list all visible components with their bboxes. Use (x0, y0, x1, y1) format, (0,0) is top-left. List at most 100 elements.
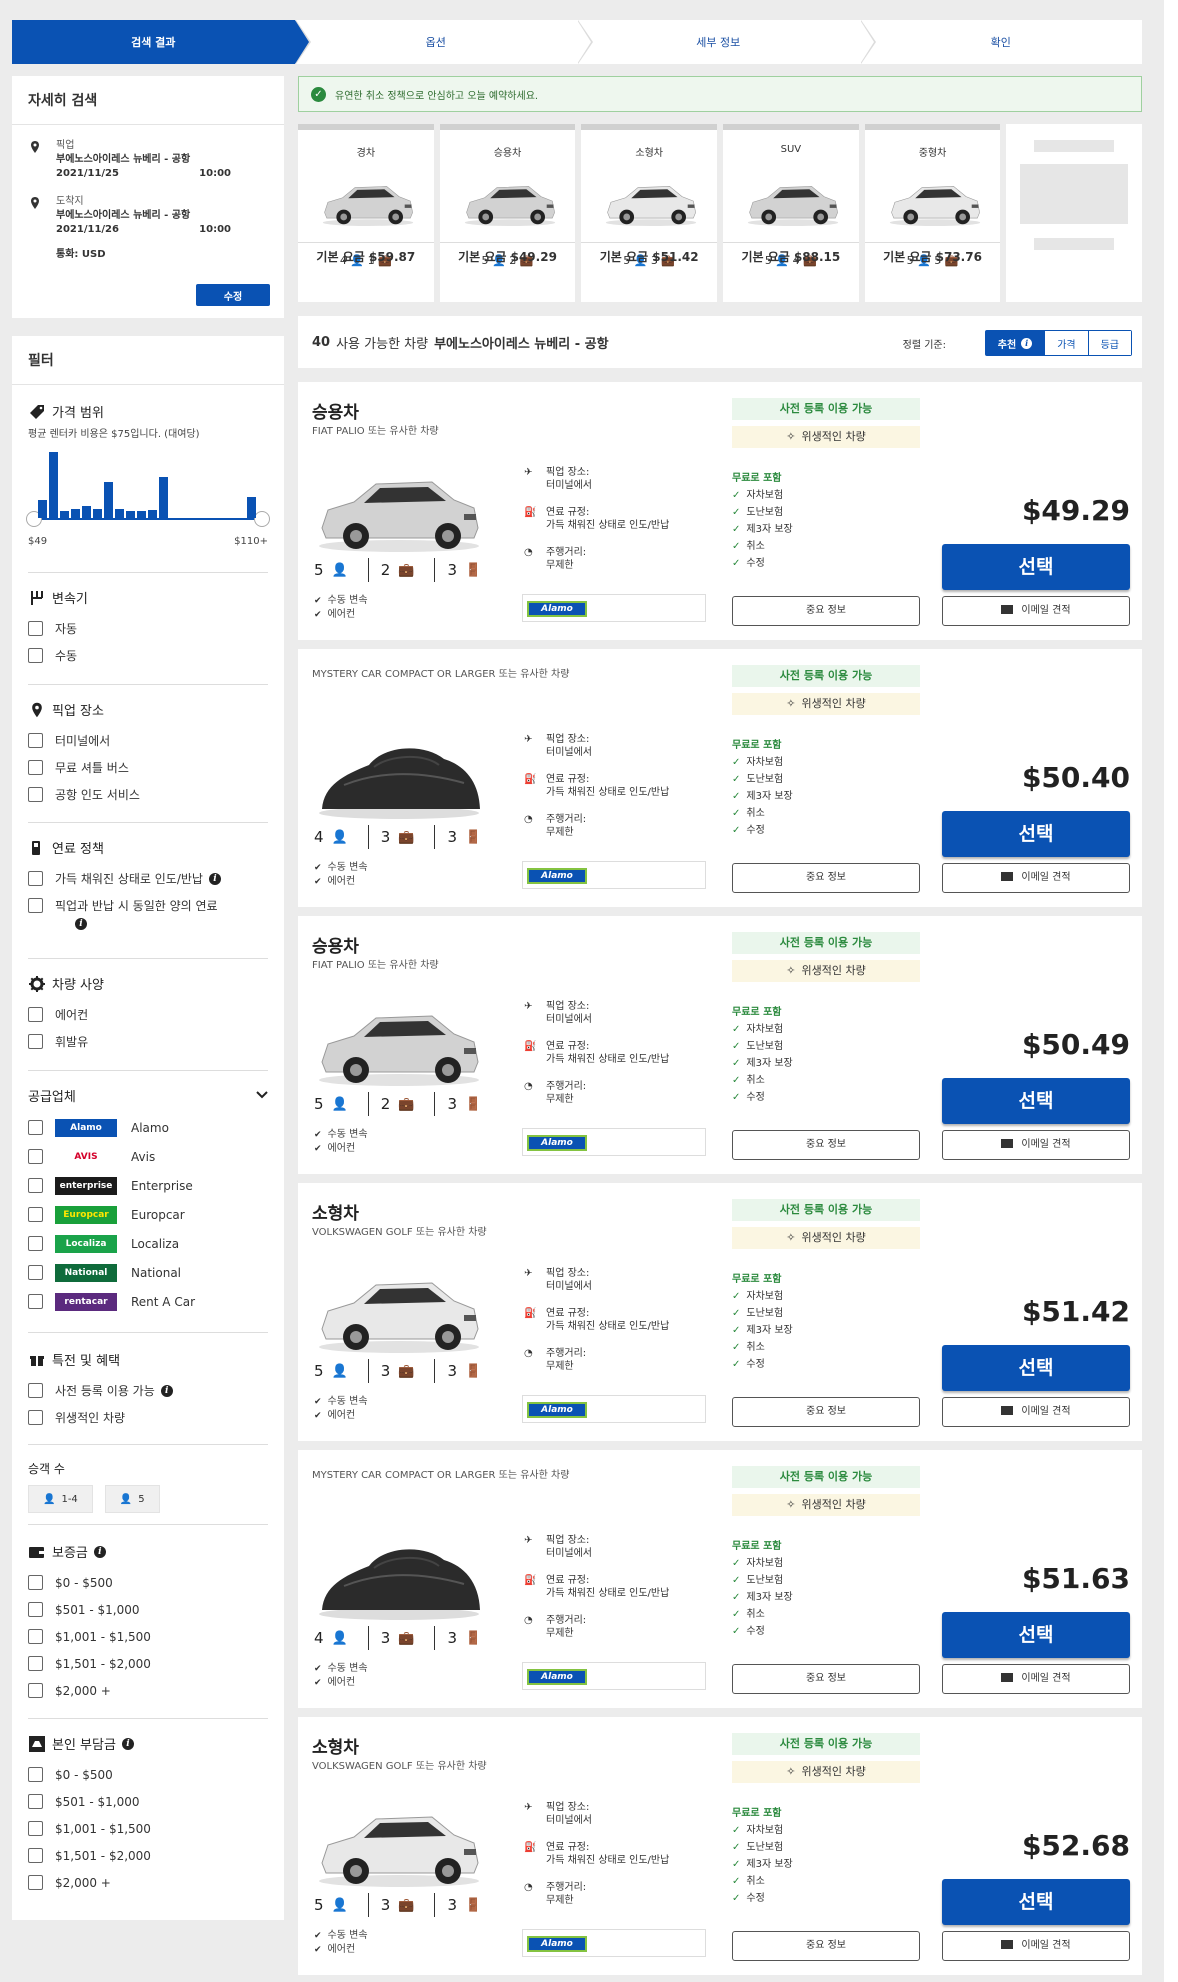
filter-option[interactable]: $501 - $1,000 (28, 1788, 268, 1815)
checkbox[interactable] (28, 898, 43, 913)
important-info-button[interactable]: 중요 정보 (732, 1931, 920, 1961)
select-button[interactable]: 선택 (942, 1612, 1130, 1658)
checkbox[interactable] (28, 1265, 43, 1280)
checkbox[interactable] (28, 871, 43, 886)
checkbox[interactable] (28, 1034, 43, 1049)
checkbox[interactable] (28, 1410, 43, 1425)
filter-option[interactable]: $2,000 + (28, 1869, 268, 1896)
check-icon: ✓ (732, 1893, 741, 1904)
supplier-option[interactable]: Alamo Alamo (28, 1113, 268, 1142)
email-quote-button[interactable]: 이메일 견적 (942, 863, 1130, 893)
select-button[interactable]: 선택 (942, 811, 1130, 857)
checkbox[interactable] (28, 1294, 43, 1309)
checkbox[interactable] (28, 648, 43, 663)
important-info-button[interactable]: 중요 정보 (732, 1397, 920, 1427)
included-list: 무료로 포함 ✓ 자차보험 ✓ 도난보험 ✓ 제3자 보장 ✓ 취소 ✓ 수정 (732, 1271, 793, 1373)
filter-option[interactable]: $1,501 - $2,000 (28, 1842, 268, 1869)
select-button[interactable]: 선택 (942, 544, 1130, 590)
supplier-option[interactable]: enterprise Enterprise (28, 1171, 268, 1200)
important-info-button[interactable]: 중요 정보 (732, 863, 920, 893)
checkbox[interactable] (28, 733, 43, 748)
checkbox[interactable] (28, 1629, 43, 1644)
checkbox[interactable] (28, 760, 43, 775)
filter-option-same-to-same[interactable]: 픽업과 반납 시 동일한 양의 연료 i (28, 892, 268, 936)
step-options[interactable]: 옵션 (294, 20, 593, 64)
chevron-down-icon[interactable] (256, 1088, 268, 1103)
filter-option-petrol[interactable]: 휘발유 (28, 1028, 268, 1055)
filter-option-aircon[interactable]: 에어컨 (28, 1001, 268, 1028)
info-icon[interactable]: i (121, 1737, 134, 1750)
filter-option[interactable]: $1,501 - $2,000 (28, 1650, 268, 1677)
sort-rating-button[interactable]: 등급 (1087, 331, 1131, 355)
filter-option-sanitized[interactable]: 위생적인 차량 (28, 1404, 268, 1431)
checkbox[interactable] (28, 1120, 43, 1135)
supplier-option[interactable]: AVIS Avis (28, 1142, 268, 1171)
supplier-option[interactable]: National National (28, 1258, 268, 1287)
filter-option[interactable]: $1,001 - $1,500 (28, 1815, 268, 1842)
email-quote-button[interactable]: 이메일 견적 (942, 596, 1130, 626)
category-tile[interactable]: 경차 4 👤 1 💼 기본 요금 $59.87 (298, 124, 434, 302)
checkbox[interactable] (28, 1575, 43, 1590)
select-button[interactable]: 선택 (942, 1879, 1130, 1925)
filter-option-terminal[interactable]: 터미널에서 (28, 727, 268, 754)
filter-option-shuttle[interactable]: 무료 셔틀 버스 (28, 754, 268, 781)
info-icon[interactable]: i (75, 918, 87, 930)
select-button[interactable]: 선택 (942, 1345, 1130, 1391)
edit-search-button[interactable]: 수정 (196, 284, 270, 306)
filter-option[interactable]: $0 - $500 (28, 1761, 268, 1788)
filter-option-full-to-full[interactable]: 가득 채워진 상태로 인도/반납 i (28, 865, 268, 892)
important-info-button[interactable]: 중요 정보 (732, 596, 920, 626)
sort-recommended-button[interactable]: 추천 i (985, 331, 1045, 355)
checkbox[interactable] (28, 621, 43, 636)
filter-option-airport-delivery[interactable]: 공항 인도 서비스 (28, 781, 268, 808)
category-tile[interactable]: 중형차 5 👤 5 💼 기본 요금 $73.76 (864, 124, 1001, 302)
checkbox[interactable] (28, 1821, 43, 1836)
checkbox[interactable] (28, 1656, 43, 1671)
email-quote-button[interactable]: 이메일 견적 (942, 1664, 1130, 1694)
checkbox[interactable] (28, 1178, 43, 1193)
seat-count: 5 (314, 1095, 324, 1113)
price-max-handle[interactable] (254, 511, 270, 527)
passengers-1-4-button[interactable]: 👤 1-4 (28, 1485, 93, 1513)
checkbox[interactable] (28, 1875, 43, 1890)
filter-option-manual[interactable]: 수동 (28, 642, 268, 669)
checkbox[interactable] (28, 1848, 43, 1863)
checkbox[interactable] (28, 1207, 43, 1222)
important-info-button[interactable]: 중요 정보 (732, 1664, 920, 1694)
email-quote-button[interactable]: 이메일 견적 (942, 1130, 1130, 1160)
checkbox[interactable] (28, 1767, 43, 1782)
excess-filter: 본인 부담금 i $0 - $500 $501 - $1,000 $1,001 - $… (28, 1734, 268, 1896)
sort-price-button[interactable]: 가격 (1044, 331, 1088, 355)
email-quote-button[interactable]: 이메일 견적 (942, 1397, 1130, 1427)
checkbox[interactable] (28, 1007, 43, 1022)
important-info-button[interactable]: 중요 정보 (732, 1130, 920, 1160)
checkbox[interactable] (28, 1794, 43, 1809)
step-search-results[interactable]: 검색 결과 (12, 20, 311, 64)
checkbox[interactable] (28, 1236, 43, 1251)
email-quote-button[interactable]: 이메일 견적 (942, 1931, 1130, 1961)
info-icon[interactable]: i (160, 1384, 173, 1397)
supplier-option[interactable]: Localiza Localiza (28, 1229, 268, 1258)
filter-option[interactable]: $501 - $1,000 (28, 1596, 268, 1623)
info-icon[interactable]: i (93, 1545, 106, 1558)
checkbox[interactable] (28, 1683, 43, 1698)
checkbox[interactable] (28, 1383, 43, 1398)
select-button[interactable]: 선택 (942, 1078, 1130, 1124)
checkbox[interactable] (28, 1602, 43, 1617)
supplier-option[interactable]: Europcar Europcar (28, 1200, 268, 1229)
filter-option[interactable]: $0 - $500 (28, 1569, 268, 1596)
supplier-option[interactable]: rentacar Rent A Car (28, 1287, 268, 1316)
step-details[interactable]: 세부 정보 (577, 20, 876, 64)
step-confirm[interactable]: 확인 (859, 20, 1142, 64)
passengers-5-button[interactable]: 👤 5 (104, 1485, 160, 1513)
filter-option-automatic[interactable]: 자동 (28, 615, 268, 642)
category-tile[interactable]: 승용차 5 👤 2 💼 기본 요금 $49.29 (439, 124, 576, 302)
checkbox[interactable] (28, 787, 43, 802)
filter-option[interactable]: $1,001 - $1,500 (28, 1623, 268, 1650)
filter-option-prereg[interactable]: 사전 등록 이용 가능 i (28, 1377, 268, 1404)
filter-option[interactable]: $2,000 + (28, 1677, 268, 1704)
category-tile[interactable]: SUV 5 👤 4 💼 기본 요금 $88.15 (723, 124, 859, 302)
category-tile[interactable]: 소형차 5 👤 3 💼 기본 요금 $51.42 (581, 124, 718, 302)
info-icon[interactable]: i (208, 872, 221, 885)
checkbox[interactable] (28, 1149, 43, 1164)
